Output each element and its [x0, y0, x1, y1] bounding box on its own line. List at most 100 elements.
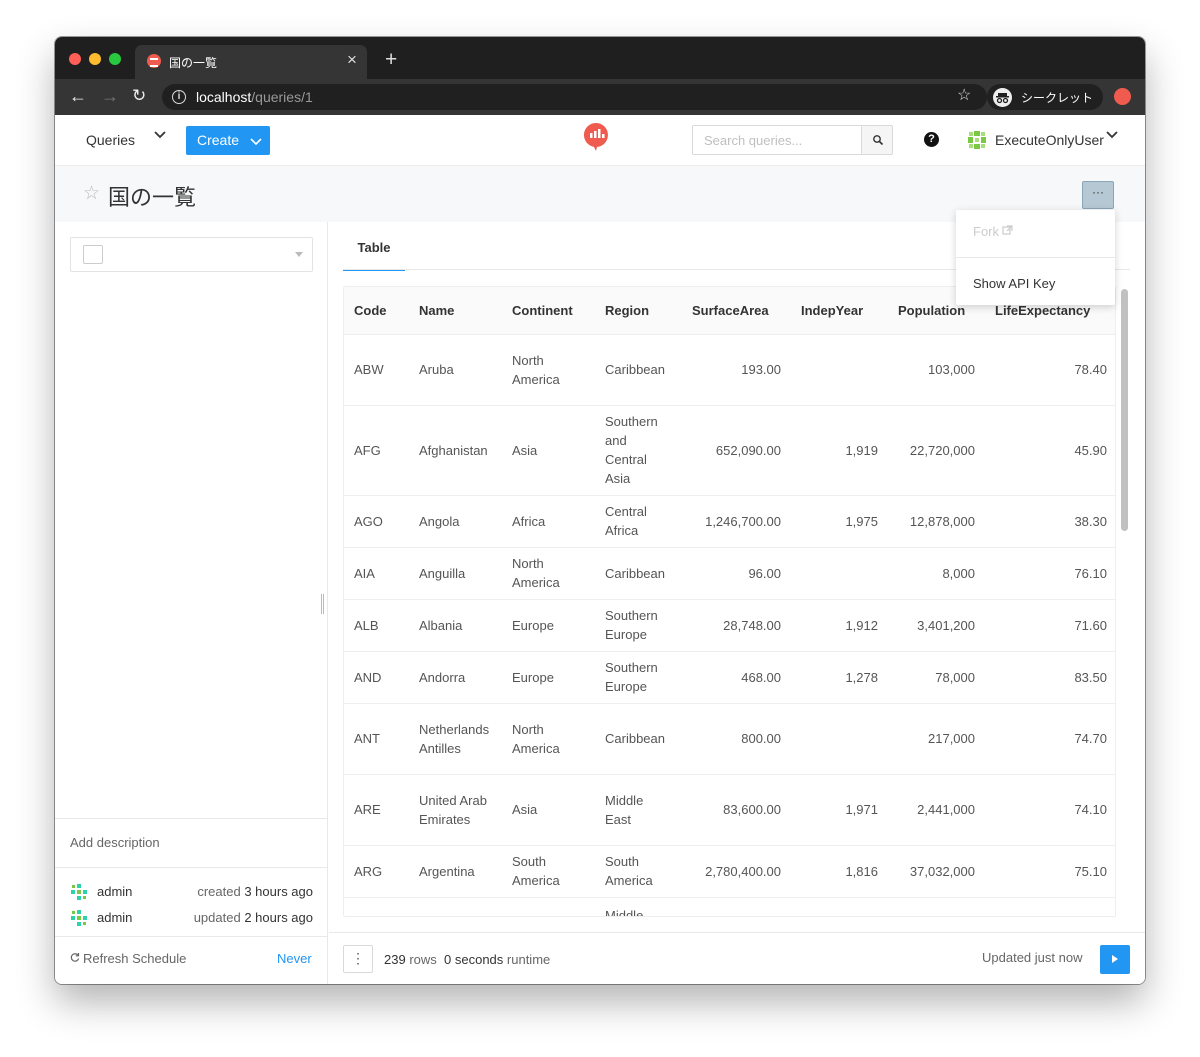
- app-header: Queries Create ? ExecuteOnlyUser: [55, 116, 1145, 166]
- column-header[interactable]: Name: [409, 287, 502, 335]
- search-button[interactable]: [861, 125, 893, 155]
- table-cell: AIA: [344, 547, 409, 600]
- chevron-down-icon[interactable]: [1105, 127, 1119, 146]
- results-pane: Table Code Name Continent Region SurfaceArea…: [329, 222, 1145, 984]
- table-row: AIA Anguilla North America Caribbean 96.00 8,…: [344, 547, 1115, 600]
- refresh-schedule-value[interactable]: Never: [277, 951, 312, 966]
- user-avatar[interactable]: [967, 130, 987, 150]
- fork-menu-item: Fork: [973, 224, 1013, 239]
- table-cell: AND: [344, 651, 409, 704]
- updated-time-value: 2 hours ago: [244, 910, 313, 925]
- external-link-icon: [1002, 225, 1013, 235]
- column-header[interactable]: IndepYear: [791, 287, 888, 335]
- column-header[interactable]: Region: [595, 287, 682, 335]
- table-cell: 1,919: [791, 405, 888, 496]
- more-actions-button[interactable]: ···: [1082, 181, 1114, 209]
- chevron-down-icon[interactable]: [153, 127, 167, 146]
- table-cell: 468.00: [682, 651, 791, 704]
- refresh-icon: [70, 953, 80, 962]
- table-cell: 1,912: [791, 599, 888, 652]
- table-cell: Asia: [502, 774, 595, 846]
- table-cell: Albania: [409, 599, 502, 652]
- user-name[interactable]: ExecuteOnlyUser: [995, 132, 1104, 148]
- table-row: ARG Argentina South America South America 2,…: [344, 845, 1115, 898]
- table-cell: North America: [502, 334, 595, 406]
- table-row: Middle: [344, 897, 1115, 916]
- created-time-value: 3 hours ago: [244, 884, 313, 899]
- url-bar[interactable]: i localhost/queries/1: [162, 84, 987, 110]
- bookmark-star-icon[interactable]: ☆: [957, 85, 971, 105]
- table-cell: [791, 703, 888, 775]
- resize-handle[interactable]: [321, 594, 324, 614]
- table-cell: Asia: [502, 405, 595, 496]
- results-table-container[interactable]: Code Name Continent Region SurfaceArea IndepY…: [343, 286, 1116, 917]
- tab-close-icon[interactable]: ×: [347, 50, 357, 70]
- minimize-window-button[interactable]: [89, 53, 101, 65]
- parameter-select[interactable]: [70, 237, 313, 272]
- table-cell: ARG: [344, 845, 409, 898]
- table-cell: Anguilla: [409, 547, 502, 600]
- table-cell: [502, 897, 595, 916]
- vertical-scrollbar[interactable]: [1120, 286, 1128, 917]
- table-row: ABW Aruba North America Caribbean 193.00 103,…: [344, 334, 1115, 406]
- updated-user: admin: [97, 910, 133, 925]
- table-cell: 78,000: [888, 651, 985, 704]
- column-header[interactable]: Code: [344, 287, 409, 335]
- column-header[interactable]: Continent: [502, 287, 595, 335]
- rows-word: rows: [409, 952, 437, 967]
- add-description-link[interactable]: Add description: [70, 835, 160, 850]
- show-api-key-menu-item[interactable]: Show API Key: [973, 276, 1055, 291]
- admin-avatar-icon: [70, 909, 88, 927]
- table-cell: 217,000: [888, 703, 985, 775]
- table-cell: 83.50: [985, 651, 1115, 704]
- tab-table[interactable]: Table: [343, 239, 405, 271]
- table-row: ARE United Arab Emirates Asia Middle East 83…: [344, 774, 1115, 846]
- forward-arrow-icon[interactable]: →: [101, 86, 119, 107]
- table-cell: Southern Europe: [595, 651, 682, 704]
- page-title[interactable]: 国の一覧: [108, 180, 196, 212]
- scrollbar-thumb[interactable]: [1121, 289, 1128, 531]
- admin-avatar-icon: [70, 883, 88, 901]
- extension-icon[interactable]: [1114, 88, 1131, 105]
- results-footer: ⋮ 239 rows 0 seconds runtime Updated jus…: [329, 932, 1145, 984]
- help-icon[interactable]: ?: [924, 132, 939, 147]
- favorite-star-icon[interactable]: ☆: [83, 182, 100, 205]
- back-arrow-icon[interactable]: ←: [69, 86, 87, 107]
- rows-info: 239 rows 0 seconds runtime: [384, 952, 550, 967]
- maximize-window-button[interactable]: [109, 53, 121, 65]
- table-cell: 1,816: [791, 845, 888, 898]
- queries-menu[interactable]: Queries: [86, 132, 135, 148]
- runtime-value: 0 seconds: [444, 952, 504, 967]
- table-cell: [888, 897, 985, 916]
- create-button[interactable]: Create: [186, 126, 270, 155]
- url-text[interactable]: localhost/queries/1: [196, 89, 313, 105]
- reload-icon[interactable]: ↻: [132, 86, 146, 106]
- table-cell: Europe: [502, 651, 595, 704]
- url-host: localhost: [196, 89, 252, 105]
- table-cell: 96.00: [682, 547, 791, 600]
- table-cell: 193.00: [682, 334, 791, 406]
- parameter-checkbox[interactable]: [83, 245, 103, 264]
- table-cell: 74.70: [985, 703, 1115, 775]
- browser-tab[interactable]: 国の一覧 ×: [135, 45, 367, 79]
- table-cell: 1,278: [791, 651, 888, 704]
- table-cell: AGO: [344, 495, 409, 548]
- table-cell: [791, 547, 888, 600]
- table-cell: Southern and Central Asia: [595, 405, 682, 496]
- incognito-badge[interactable]: シークレット: [987, 84, 1103, 110]
- column-header[interactable]: SurfaceArea: [682, 287, 791, 335]
- search-input[interactable]: [692, 125, 862, 155]
- browser-window: 国の一覧 × + ← → ↻ i localhost/queries/1 ☆ シ…: [55, 37, 1145, 984]
- updated-info: admin updated 2 hours ago: [70, 909, 313, 929]
- table-cell: 800.00: [682, 703, 791, 775]
- incognito-label: シークレット: [1021, 91, 1094, 105]
- run-button[interactable]: [1100, 945, 1130, 974]
- table-cell: 2,441,000: [888, 774, 985, 846]
- table-cell: Aruba: [409, 334, 502, 406]
- kebab-menu-button[interactable]: ⋮: [343, 945, 373, 973]
- new-tab-button[interactable]: +: [385, 48, 397, 72]
- close-window-button[interactable]: [69, 53, 81, 65]
- redash-logo-icon[interactable]: [583, 122, 609, 152]
- table-cell: 12,878,000: [888, 495, 985, 548]
- info-icon[interactable]: i: [172, 90, 186, 104]
